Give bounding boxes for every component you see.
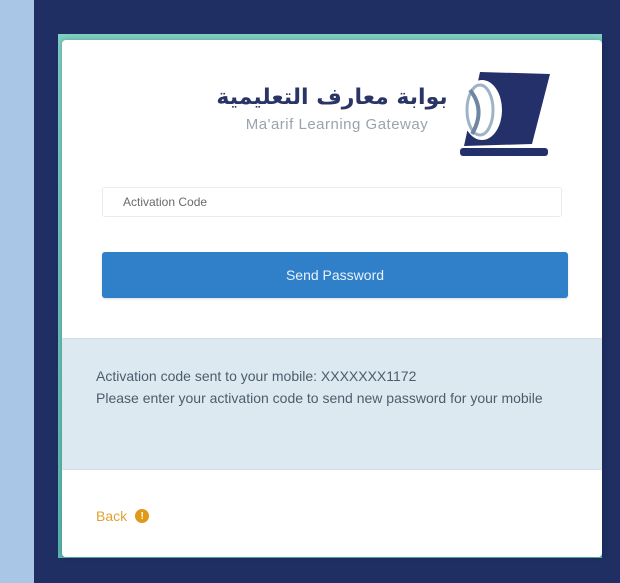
activation-info-alert: Activation code sent to your mobile: XXX… (62, 338, 602, 470)
info-circle-icon: ! (135, 509, 150, 523)
brand-name-english: Ma'arif Learning Gateway (245, 116, 429, 133)
send-password-button[interactable]: Send Password (102, 252, 568, 298)
back-link[interactable]: Back ! (96, 508, 150, 524)
activation-code-input[interactable] (102, 187, 562, 217)
login-card: بوابة معارف التعليمية Ma'arif Learning G… (62, 40, 602, 557)
alert-line-2: Please enter your activation code to sen… (96, 390, 543, 406)
brand-logo: بوابة معارف التعليمية Ma'arif Learning G… (132, 60, 550, 170)
card-footer: Back ! (62, 470, 602, 557)
alert-line-1: Activation code sent to your mobile: XXX… (96, 368, 417, 384)
back-label: Back (96, 508, 128, 524)
brand-name-arabic: بوابة معارف التعليمية (216, 85, 448, 110)
laptop-globe-logo-icon (460, 72, 550, 156)
